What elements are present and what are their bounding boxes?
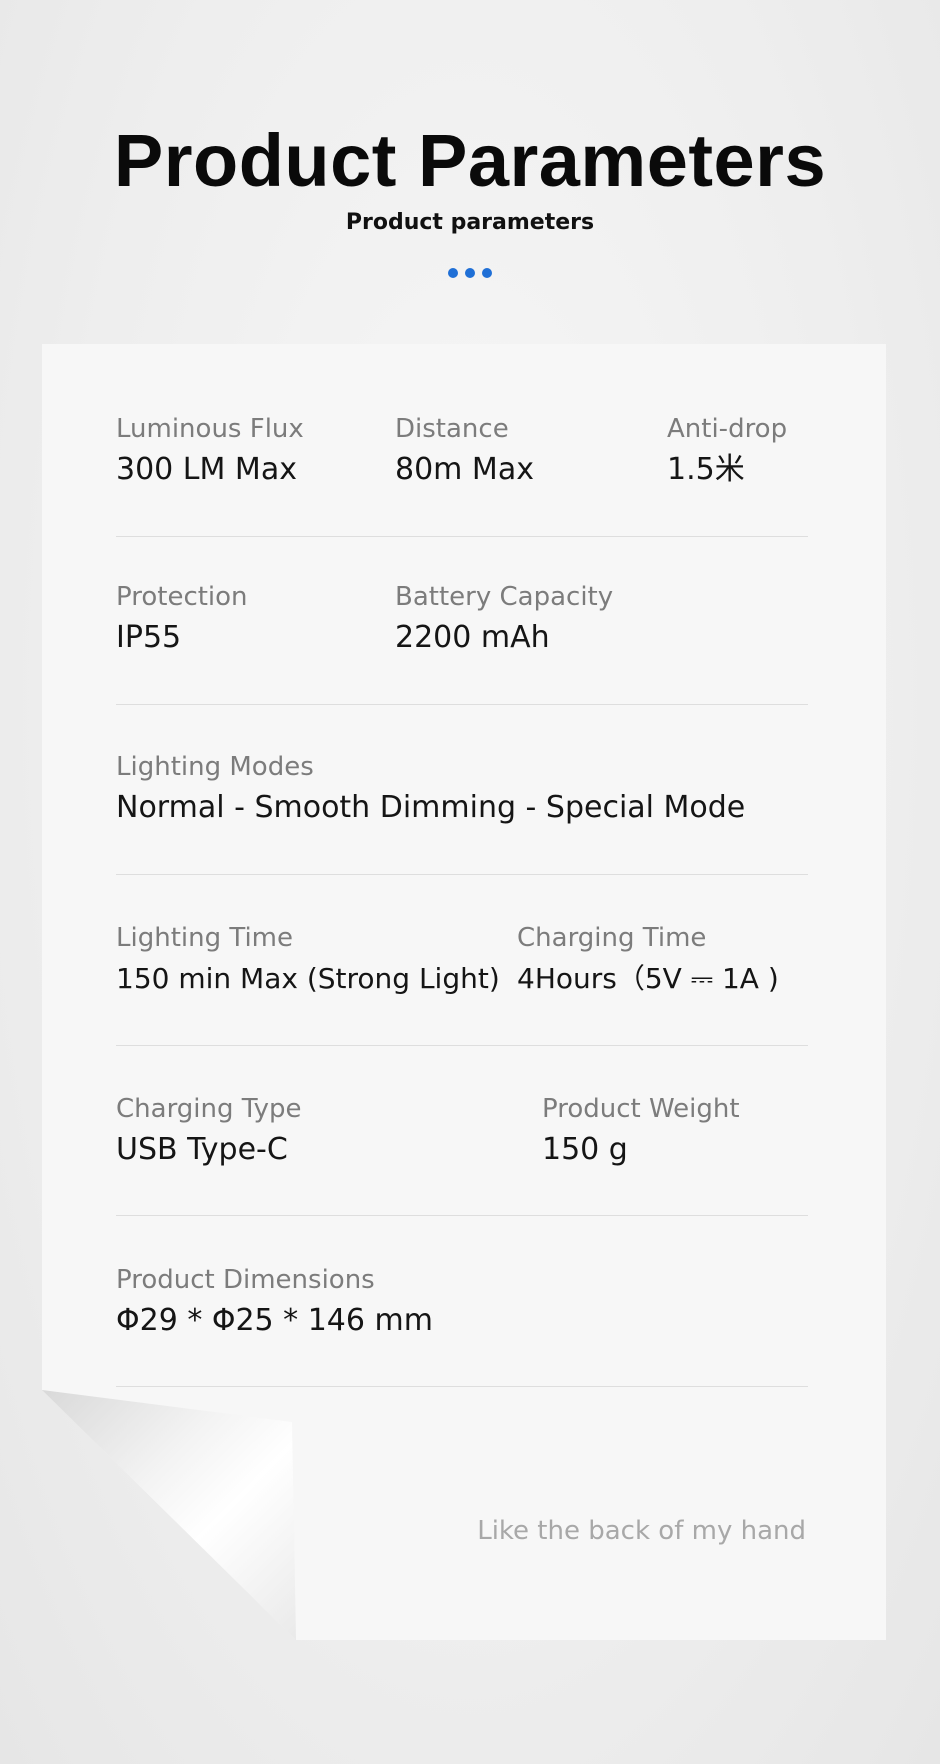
param-charging-time: Charging Time 4Hours（5V ⎓ 1A ) [517, 921, 779, 999]
param-value: Φ29 * Φ25 * 146 mm [116, 1303, 433, 1338]
param-label: Anti-drop [667, 414, 788, 444]
param-value: 80m Max [395, 452, 534, 487]
param-value: 4Hours（5V ⎓ 1A ) [517, 962, 779, 995]
param-value: 150 g [542, 1132, 628, 1167]
param-product-weight: Product Weight 150 g [542, 1092, 740, 1170]
param-charging-type: Charging Type USB Type-C [116, 1092, 302, 1170]
page-title: Product Parameters [113, 119, 827, 202]
param-label: Luminous Flux [116, 414, 304, 444]
param-protection: Protection IP55 [116, 580, 248, 658]
param-label: Lighting Modes [116, 752, 314, 782]
divider [116, 536, 808, 537]
param-distance: Distance 80m Max [395, 412, 534, 490]
divider [116, 1045, 808, 1046]
param-label: Battery Capacity [395, 582, 614, 612]
divider [116, 1386, 808, 1387]
dot-icon [448, 268, 458, 278]
param-label: Product Weight [542, 1094, 740, 1124]
param-battery-capacity: Battery Capacity 2200 mAh [395, 580, 613, 658]
param-label: Charging Type [116, 1094, 302, 1124]
param-lighting-modes: Lighting Modes Normal - Smooth Dimming -… [116, 750, 745, 828]
param-label: Product Dimensions [116, 1265, 375, 1295]
ellipsis-dots-icon [0, 268, 940, 278]
dot-icon [482, 268, 492, 278]
param-luminous-flux: Luminous Flux 300 LM Max [116, 412, 304, 490]
footer-tagline: Like the back of my hand [477, 1516, 806, 1546]
param-value: 2200 mAh [395, 620, 550, 655]
param-value: 150 min Max (Strong Light) [116, 962, 500, 995]
param-value: 1.5米 [667, 452, 745, 487]
param-value: IP55 [116, 620, 182, 655]
divider [116, 1215, 808, 1216]
page-curl [42, 1390, 296, 1640]
param-label: Protection [116, 582, 248, 612]
param-label: Lighting Time [116, 923, 293, 953]
param-value: Normal - Smooth Dimming - Special Mode [116, 790, 746, 825]
param-anti-drop: Anti-drop 1.5米 [667, 412, 787, 490]
dot-icon [465, 268, 475, 278]
divider [116, 704, 808, 705]
param-label: Distance [395, 414, 509, 444]
param-value: USB Type-C [116, 1132, 288, 1167]
param-lighting-time: Lighting Time 150 min Max (Strong Light) [116, 921, 500, 999]
param-product-dimensions: Product Dimensions Φ29 * Φ25 * 146 mm [116, 1263, 433, 1341]
divider [116, 874, 808, 875]
param-value: 300 LM Max [116, 452, 297, 487]
param-label: Charging Time [517, 923, 707, 953]
page-subtitle: Product parameters [345, 210, 595, 235]
